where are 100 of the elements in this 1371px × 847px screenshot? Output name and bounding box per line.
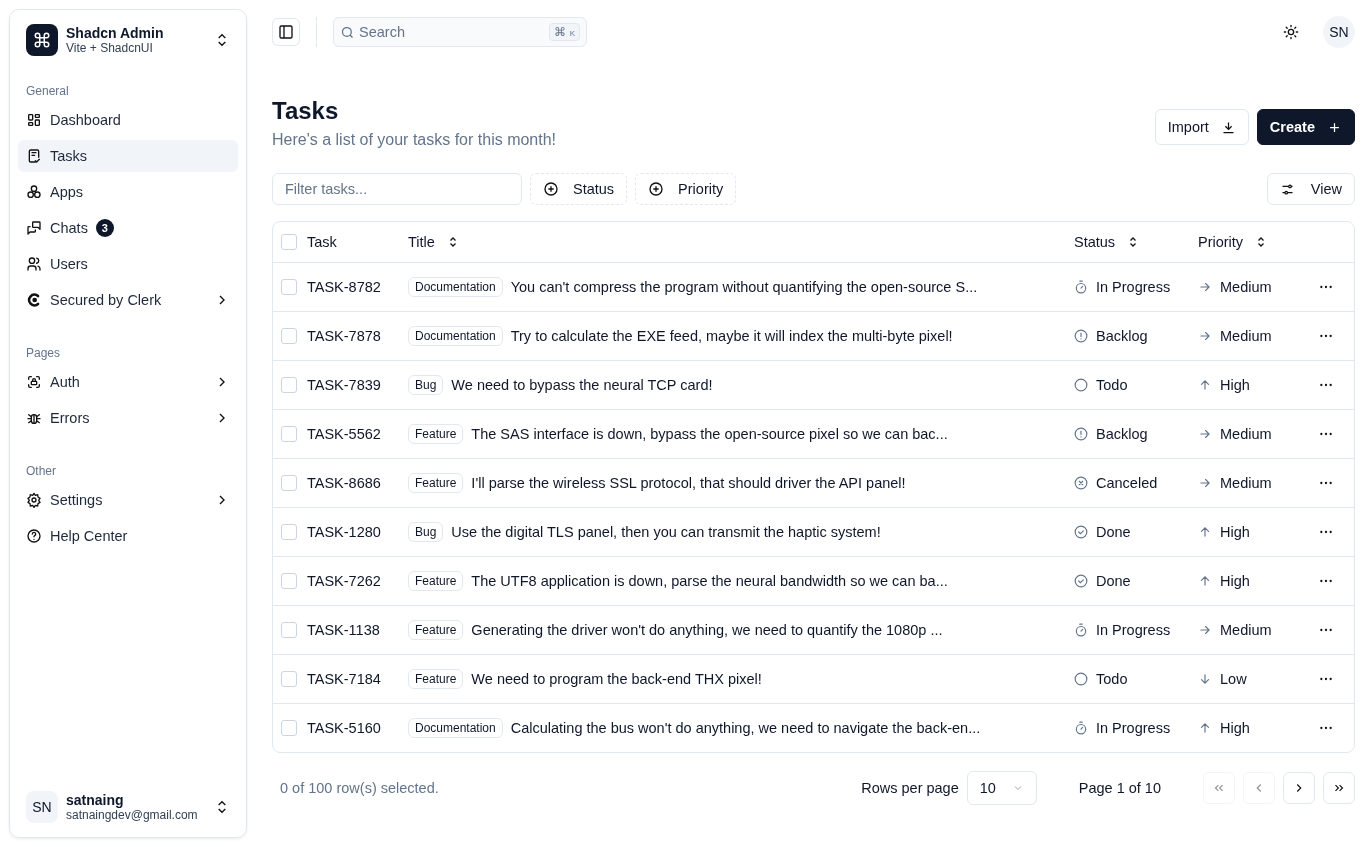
arrow-right-icon: [1198, 329, 1212, 343]
view-options-button[interactable]: View: [1266, 173, 1355, 205]
alert-circle-icon: [1074, 329, 1088, 343]
nav-item[interactable]: Errors: [18, 402, 238, 434]
team-switcher[interactable]: Shadcn Admin Vite + ShadcnUI: [18, 18, 238, 62]
circle-icon: [1074, 672, 1088, 686]
task-title: I'll parse the wireless SSL protocol, that should driver the API panel!: [471, 475, 906, 491]
facet-filter-button[interactable]: Status: [530, 173, 628, 205]
row-checkbox[interactable]: [281, 475, 297, 491]
label-tag: Documentation: [408, 277, 503, 297]
last-page-button[interactable]: [1323, 772, 1355, 804]
row-checkbox[interactable]: [281, 622, 297, 638]
priority-text: High: [1220, 720, 1250, 736]
status-text: In Progress: [1096, 279, 1171, 295]
task-id: TASK-5562: [307, 426, 381, 442]
status-text: Backlog: [1096, 328, 1148, 344]
task-id: TASK-7262: [307, 573, 381, 589]
row-checkbox[interactable]: [281, 328, 297, 344]
nav-item[interactable]: Users: [18, 248, 238, 280]
priority-text: High: [1220, 524, 1250, 540]
task-title: The SAS interface is down, bypass the open-source pixel so we can bac...: [471, 426, 948, 442]
status-text: In Progress: [1096, 720, 1171, 736]
profile-avatar[interactable]: SN: [1323, 16, 1355, 48]
plus-circle-icon: [543, 181, 559, 197]
priority-text: Medium: [1220, 622, 1272, 638]
rows-per-page-label: Rows per page: [861, 780, 959, 796]
import-button[interactable]: Import: [1154, 109, 1249, 145]
nav-item[interactable]: Auth: [18, 366, 238, 398]
arrow-down-icon: [1198, 672, 1212, 686]
brand-subtitle: Vite + ShadcnUI: [66, 41, 154, 55]
stopwatch-icon: [1074, 280, 1088, 294]
row-checkbox[interactable]: [281, 573, 297, 589]
nav-item[interactable]: Settings: [18, 484, 238, 516]
brand-name: Shadcn Admin: [66, 25, 165, 41]
stopwatch-icon: [1074, 721, 1088, 735]
sidebar-toggle-button[interactable]: [272, 18, 300, 46]
plus-circle-icon: [648, 181, 665, 197]
user-name: satnaing: [66, 792, 125, 808]
row-checkbox[interactable]: [281, 524, 297, 540]
circle-check-icon: [1074, 574, 1088, 588]
filter-input[interactable]: Filter tasks...: [272, 173, 522, 205]
sortable-column-header[interactable]: Status: [1074, 230, 1140, 254]
next-page-button[interactable]: [1283, 772, 1315, 804]
page-info: Page 1 of 10: [1078, 780, 1161, 796]
nav-item[interactable]: Tasks: [18, 140, 238, 172]
nav-item[interactable]: Secured by Clerk: [18, 284, 238, 316]
row-checkbox[interactable]: [281, 377, 297, 393]
arrow-up-icon: [1198, 378, 1212, 392]
messages-icon: [26, 220, 42, 236]
task-id: TASK-7839: [307, 377, 381, 393]
user-menu[interactable]: SN satnaing satnaingdev@gmail.com: [18, 785, 238, 829]
priority-text: High: [1220, 377, 1250, 393]
user-email: satnaingdev@gmail.com: [66, 808, 199, 822]
nav-item[interactable]: Help Center: [18, 520, 238, 552]
nav-item[interactable]: Apps: [18, 176, 238, 208]
task-id: TASK-7184: [307, 671, 381, 687]
task-title: We need to program the back-end THX pixel!: [471, 671, 762, 687]
row-checkbox[interactable]: [281, 671, 297, 687]
nav-item[interactable]: Chats 3: [18, 212, 238, 244]
task-title: Use the digital TLS panel, then you can transmit the haptic system!: [451, 524, 881, 540]
row-checkbox[interactable]: [281, 720, 297, 736]
search-icon: [340, 24, 355, 40]
row-checkbox[interactable]: [281, 279, 297, 295]
facet-filter-button[interactable]: Priority: [635, 173, 737, 205]
status-text: Todo: [1096, 671, 1128, 687]
sortable-column-header[interactable]: Title: [408, 230, 459, 254]
priority-text: Medium: [1220, 328, 1272, 344]
help-icon: [26, 528, 42, 544]
nav-item[interactable]: Dashboard: [18, 104, 238, 136]
arrow-right-icon: [1198, 280, 1212, 294]
status-text: Backlog: [1096, 426, 1148, 442]
search-field[interactable]: Search ⌘ K: [333, 17, 587, 47]
select-all-checkbox[interactable]: [281, 234, 297, 250]
task-title: You can't compress the program without quantifying the open-source S...: [510, 279, 978, 295]
task-id: TASK-8686: [307, 475, 381, 491]
command-logo-icon: [26, 24, 58, 56]
status-text: Done: [1096, 573, 1131, 589]
label-tag: Feature: [408, 669, 464, 689]
arrow-up-icon: [1198, 574, 1212, 588]
rows-per-page-select[interactable]: 10: [966, 771, 1037, 805]
stopwatch-icon: [1074, 623, 1088, 637]
dashboard-icon: [26, 112, 42, 128]
priority-text: Low: [1220, 671, 1247, 687]
sortable-column-header[interactable]: Priority: [1198, 230, 1268, 254]
priority-text: High: [1220, 573, 1250, 589]
users-icon: [26, 256, 42, 272]
page-title: Tasks: [272, 97, 340, 125]
sun-icon: [1283, 24, 1299, 40]
task-title: Generating the driver won't do anything, we need to quantify the 1080p ...: [471, 622, 943, 638]
row-checkbox[interactable]: [281, 426, 297, 442]
label-tag: Feature: [408, 620, 464, 640]
label-tag: Feature: [408, 571, 464, 591]
task-id: TASK-1280: [307, 524, 381, 540]
task-id: TASK-5160: [307, 720, 381, 736]
circle-check-icon: [1074, 525, 1088, 539]
nav-group-title: Other: [25, 463, 57, 480]
task-title: The UTF8 application is down, parse the neural bandwidth so we can ba...: [471, 573, 948, 589]
create-button[interactable]: Create: [1256, 109, 1355, 145]
task-id: TASK-1138: [307, 622, 380, 638]
label-tag: Bug: [408, 375, 444, 395]
